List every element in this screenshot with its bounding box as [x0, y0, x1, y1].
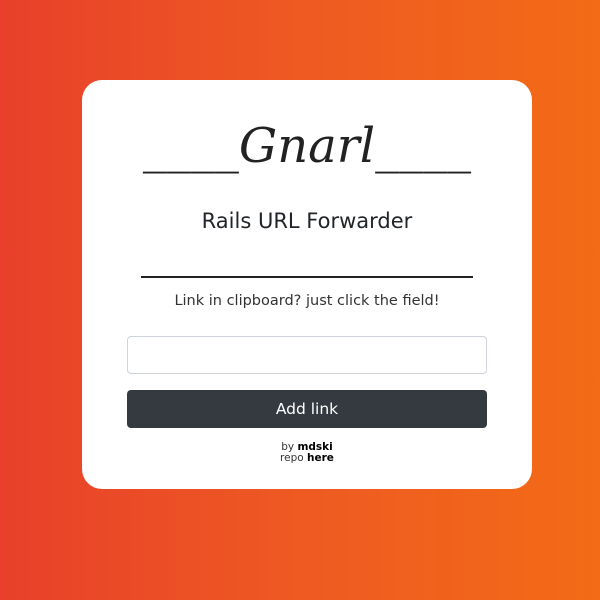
divider-line — [141, 276, 473, 278]
repo-credit-line: repo here — [82, 451, 532, 464]
repo-prefix: repo — [280, 451, 304, 464]
add-link-button[interactable]: Add link — [127, 390, 487, 428]
logo-text: ____Gnarl____ — [142, 118, 472, 174]
main-card: ____Gnarl____ Rails URL Forwarder Link i… — [82, 80, 532, 489]
clipboard-hint: Link in clipboard? just click the field! — [174, 293, 440, 309]
credits: by mdski repo here — [82, 442, 532, 463]
page-subtitle: Rails URL Forwarder — [201, 209, 413, 233]
url-input[interactable] — [127, 336, 487, 374]
repo-link[interactable]: here — [307, 452, 334, 464]
